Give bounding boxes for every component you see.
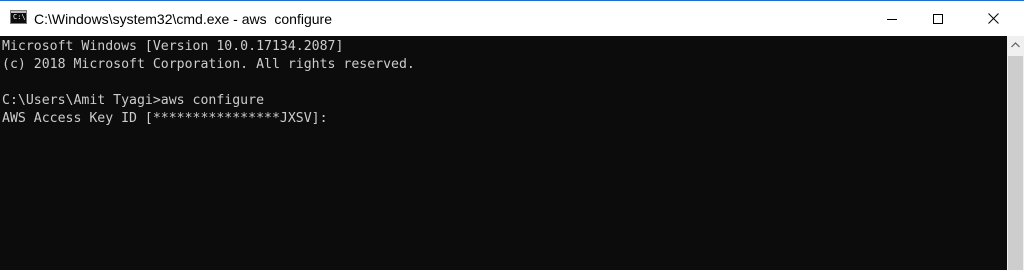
console-line: Microsoft Windows [Version 10.0.17134.20… [2,39,344,54]
window-title: C:\Windows\system32\cmd.exe - aws config… [34,11,332,27]
scrollbar-thumb[interactable] [1008,56,1023,270]
icon-glyph: C:\. [13,13,26,21]
console-output[interactable]: Microsoft Windows [Version 10.0.17134.20… [0,36,1007,270]
minimize-button[interactable] [869,1,915,36]
vertical-scrollbar[interactable] [1007,36,1024,270]
close-button[interactable] [962,1,1024,36]
console-prompt-line[interactable]: AWS Access Key ID [****************JXSV]… [2,110,1007,128]
minimize-icon [887,18,897,20]
title-bar[interactable]: C:\. C:\Windows\system32\cmd.exe - aws c… [0,0,1024,36]
console-line: C:\Users\Amit Tyagi>aws configure [2,93,265,108]
close-icon [987,13,999,24]
console-line: (c) 2018 Microsoft Corporation. All righ… [2,57,415,72]
maximize-icon [933,13,943,24]
scroll-up-button[interactable] [1007,36,1024,53]
cmd-prompt-icon[interactable]: C:\. [10,10,27,24]
chevron-up-icon [1011,41,1020,47]
maximize-button[interactable] [915,1,961,36]
cmd-window: C:\. C:\Windows\system32\cmd.exe - aws c… [0,0,1024,270]
